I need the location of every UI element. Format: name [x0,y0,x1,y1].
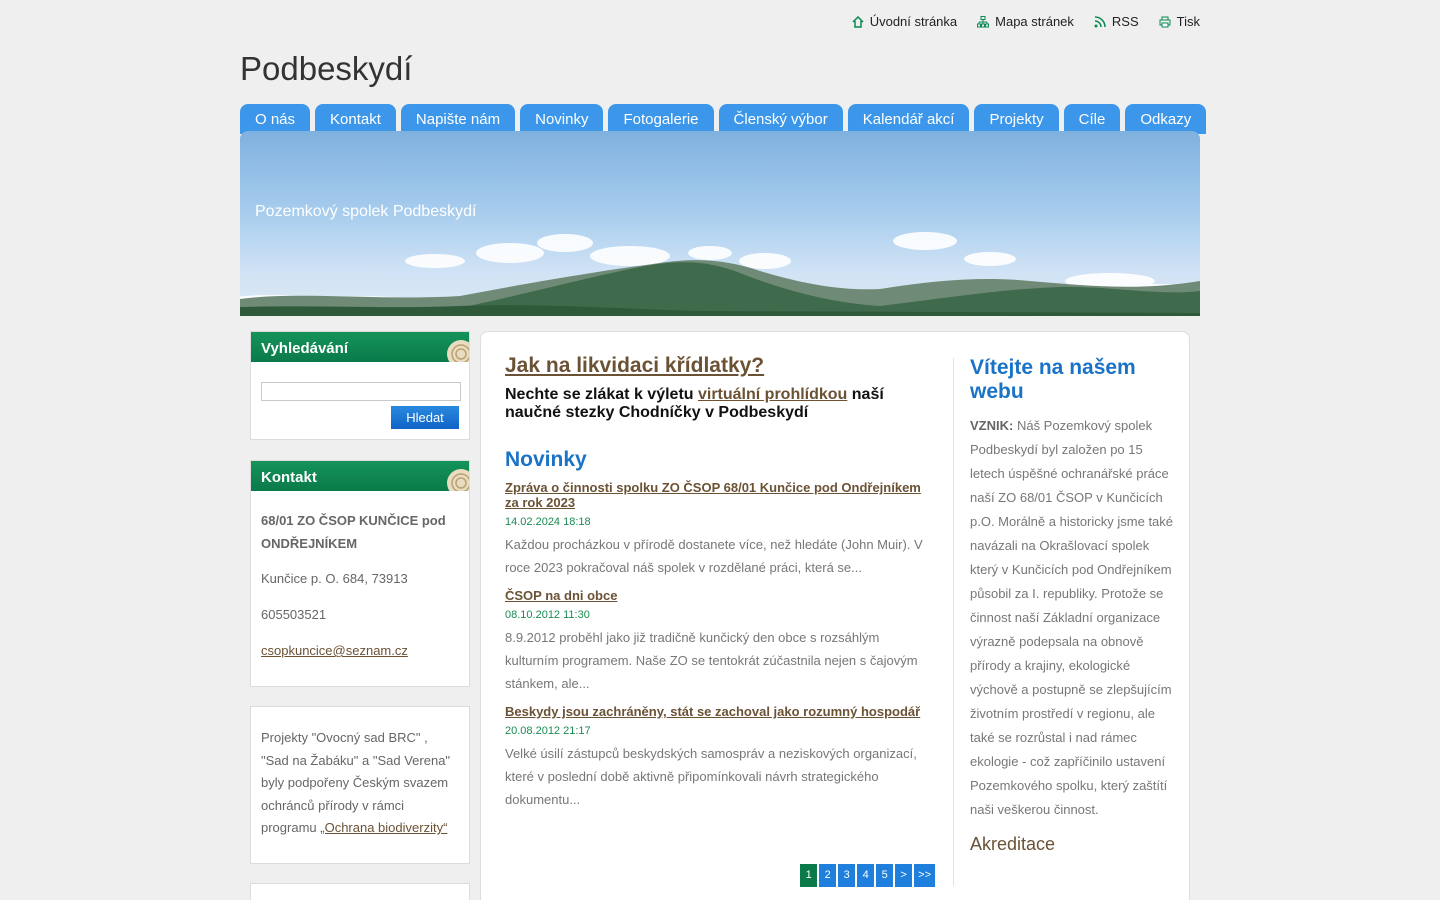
rss-icon [1094,15,1106,27]
news-list: Zpráva o činnosti spolku ZO ČSOP 68/01 K… [505,480,935,811]
center-column: Jak na likvidaci křídlatky? Nechte se zl… [505,354,935,887]
feature-sub-text: Nechte se zlákat k výletu [505,386,698,403]
news-item-title-link[interactable]: ČSOP na dni obce [505,588,935,603]
banner-tagline: Pozemkový spolek Podbeskydí [255,203,477,220]
news-item: Beskydy jsou zachráněny, stát se zachova… [505,704,935,811]
feature-subtitle: Nechte se zlákat k výletu virtuální proh… [505,386,935,422]
news-item: ČSOP na dni obce 08.10.2012 11:30 8.9.20… [505,588,935,695]
projects-box: Projekty "Ovocný sad BRC" , "Sad na Žabá… [250,706,470,864]
shell-icon [447,340,469,362]
news-heading: Novinky [505,448,587,471]
accreditation-heading: Akreditace [970,834,1056,854]
main-content: Jak na likvidaci křídlatky? Nechte se zl… [480,331,1190,900]
projects-text: Projekty "Ovocný sad BRC" , "Sad na Žabá… [251,707,469,860]
header-banner: Pozemkový spolek Podbeskydí [240,131,1200,316]
site-title[interactable]: Podbeskydí [240,50,412,88]
mountain-landscape-image [240,232,1200,316]
page-3-button[interactable]: 3 [838,864,856,887]
pagination: 1 2 3 4 5 > >> [800,864,935,887]
nav-tab-napiste-nam[interactable]: Napište nám [400,104,516,134]
welcome-body: Náš Pozemkový spolek Podbeskydí byl zalo… [970,418,1174,817]
print-link[interactable]: Tisk [1159,14,1200,29]
page-4-button[interactable]: 4 [857,864,875,887]
contact-org: 68/01 ZO ČSOP KUNČICE pod ONDŘEJNÍKEM [261,513,446,551]
nav-tab-kontakt[interactable]: Kontakt [315,104,396,134]
home-icon [852,15,864,28]
page-2-button[interactable]: 2 [819,864,837,887]
nav-tab-novinky[interactable]: Novinky [520,104,604,134]
virtual-tour-link[interactable]: virtuální prohlídkou [698,386,847,403]
nav-tab-cile[interactable]: Cíle [1063,104,1121,134]
news-item-text: 8.9.2012 proběhl jako již tradičně kunči… [505,630,918,691]
nav-tab-odkazy[interactable]: Odkazy [1125,104,1207,134]
search-box-title: Vyhledávání [261,340,348,357]
main-nav: O nás Kontakt Napište nám Novinky Fotoga… [240,104,1207,134]
page-1-button[interactable]: 1 [800,864,818,887]
nav-tab-fotogalerie[interactable]: Fotogalerie [608,104,714,134]
welcome-lead: VZNIK: [970,418,1014,433]
news-item-date: 14.02.2024 18:18 [505,516,591,528]
next-page-button[interactable]: > [895,864,913,887]
news-item-text: Velké úsilí zástupců beskydských samospr… [505,746,917,807]
news-item-date: 20.08.2012 21:17 [505,725,591,737]
search-input[interactable] [261,382,461,401]
home-link-label: Úvodní stránka [869,14,958,29]
contact-box: Kontakt 68/01 ZO ČSOP KUNČICE pod ONDŘEJ… [250,460,470,687]
print-link-label: Tisk [1176,14,1200,29]
sitemap-link[interactable]: Mapa stránek [977,14,1074,29]
contact-box-title: Kontakt [261,469,317,486]
sitemap-icon [977,15,990,27]
news-item-title-link[interactable]: Beskydy jsou zachráněny, stát se zachova… [505,704,935,719]
biodiversity-program-link[interactable]: „Ochrana biodiverzity“ [320,820,447,835]
nav-tab-o-nas[interactable]: O nás [240,104,311,134]
welcome-text: VZNIK: Náš Pozemkový spolek Podbeskydí b… [970,414,1176,822]
nav-tab-projekty[interactable]: Projekty [974,104,1059,134]
contact-phone: 605503521 [261,607,327,622]
shell-icon [447,469,469,491]
last-page-button[interactable]: >> [914,864,935,887]
contact-address: Kunčice p. O. 684, 73913 [261,571,408,586]
search-button[interactable]: Hledat [391,406,459,429]
news-item: Zpráva o činnosti spolku ZO ČSOP 68/01 K… [505,480,935,579]
top-links: Úvodní stránka Mapa stránek RSS Tisk [852,14,1200,29]
nav-tab-kalendar-akci[interactable]: Kalendář akcí [847,104,970,134]
column-divider [953,358,954,886]
feature-title-link[interactable]: Jak na likvidaci křídlatky? [505,354,935,378]
welcome-title: Vítejte na našem webu [970,356,1136,403]
news-item-date: 08.10.2012 11:30 [505,609,590,621]
search-box: Vyhledávání Hledat [250,331,470,440]
news-item-text: Každou procházkou v přírodě dostanete ví… [505,537,923,575]
rss-link-label: RSS [1111,14,1139,29]
rss-link[interactable]: RSS [1094,14,1139,29]
sitemap-link-label: Mapa stránek [995,14,1074,29]
contact-email-link[interactable]: csopkuncice@seznam.cz [261,643,408,658]
nav-tab-clensky-vybor[interactable]: Členský výbor [718,104,843,134]
sidebar-box [250,883,470,900]
print-icon [1159,16,1171,27]
news-item-title-link[interactable]: Zpráva o činnosti spolku ZO ČSOP 68/01 K… [505,480,935,510]
search-box-header: Vyhledávání [251,332,469,362]
home-link[interactable]: Úvodní stránka [852,14,957,29]
contact-box-header: Kontakt [251,461,469,491]
right-column: Vítejte na našem webu VZNIK: Náš Pozemko… [970,356,1176,855]
page-5-button[interactable]: 5 [876,864,894,887]
